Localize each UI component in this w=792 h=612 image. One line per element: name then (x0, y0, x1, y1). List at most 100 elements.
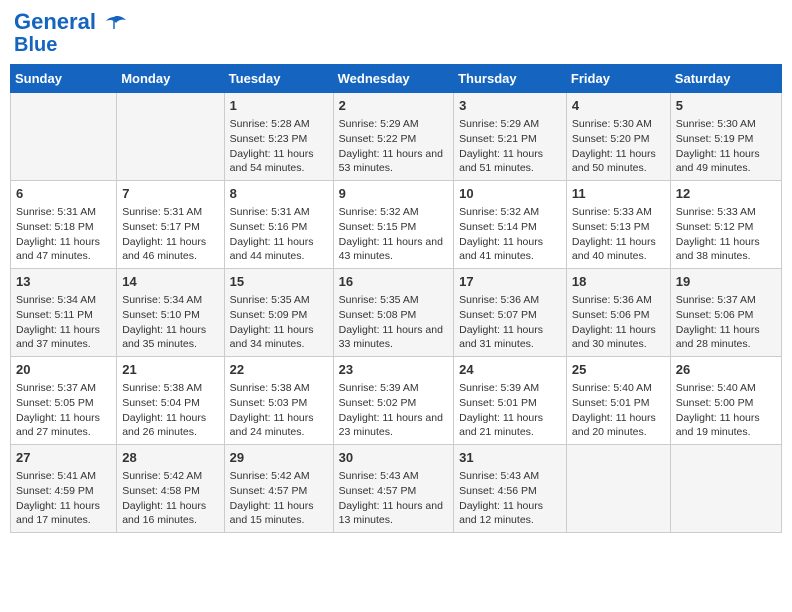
day-content: Sunrise: 5:37 AMSunset: 5:06 PMDaylight:… (676, 293, 776, 352)
calendar-cell: 11 Sunrise: 5:33 AMSunset: 5:13 PMDayligh… (566, 181, 670, 269)
logo-bird-icon (104, 15, 126, 31)
day-number: 14 (122, 273, 218, 291)
day-content: Sunrise: 5:41 AMSunset: 4:59 PMDaylight:… (16, 469, 111, 528)
calendar-cell: 20Sunrise: 5:37 AMSunset: 5:05 PMDayligh… (11, 357, 117, 445)
day-content: Sunrise: 5:31 AMSunset: 5:18 PMDaylight:… (16, 205, 111, 264)
day-number: 13 (16, 273, 111, 291)
day-content: Sunrise: 5:43 AMSunset: 4:56 PMDaylight:… (459, 469, 561, 528)
day-number: 1 (230, 97, 328, 115)
calendar-cell: 25Sunrise: 5:40 AMSunset: 5:01 PMDayligh… (566, 357, 670, 445)
day-content: Sunrise: 5:40 AMSunset: 5:00 PMDaylight:… (676, 381, 776, 440)
day-number: 9 (339, 185, 448, 203)
day-number: 31 (459, 449, 561, 467)
day-content: Sunrise: 5:31 AMSunset: 5:17 PMDaylight:… (122, 205, 218, 264)
day-number: 19 (676, 273, 776, 291)
day-content: Sunrise: 5:36 AMSunset: 5:06 PMDaylight:… (572, 293, 665, 352)
day-number: 23 (339, 361, 448, 379)
calendar-cell: 24 Sunrise: 5:39 AMSunset: 5:01 PMDayligh… (454, 357, 567, 445)
day-content: Sunrise: 5:42 AMSunset: 4:57 PMDaylight:… (230, 469, 328, 528)
calendar-cell: 9 Sunrise: 5:32 AMSunset: 5:15 PMDaylight… (333, 181, 453, 269)
day-content: Sunrise: 5:32 AMSunset: 5:15 PMDaylight:… (339, 205, 448, 264)
calendar-cell: 13 Sunrise: 5:34 AMSunset: 5:11 PMDayligh… (11, 269, 117, 357)
calendar-week-row: 13 Sunrise: 5:34 AMSunset: 5:11 PMDayligh… (11, 269, 782, 357)
header-tuesday: Tuesday (224, 65, 333, 93)
day-number: 30 (339, 449, 448, 467)
day-number: 18 (572, 273, 665, 291)
day-content: Sunrise: 5:31 AMSunset: 5:16 PMDaylight:… (230, 205, 328, 264)
header-wednesday: Wednesday (333, 65, 453, 93)
day-content: Sunrise: 5:42 AMSunset: 4:58 PMDaylight:… (122, 469, 218, 528)
calendar-cell: 12 Sunrise: 5:33 AMSunset: 5:12 PMDayligh… (670, 181, 781, 269)
calendar-cell: 1 Sunrise: 5:28 AMSunset: 5:23 PMDaylight… (224, 93, 333, 181)
logo: General Blue (14, 10, 126, 56)
day-number: 28 (122, 449, 218, 467)
day-content: Sunrise: 5:39 AMSunset: 5:02 PMDaylight:… (339, 381, 448, 440)
calendar-cell: 15 Sunrise: 5:35 AMSunset: 5:09 PMDayligh… (224, 269, 333, 357)
day-content: Sunrise: 5:35 AMSunset: 5:09 PMDaylight:… (230, 293, 328, 352)
calendar-cell: 4Sunrise: 5:30 AMSunset: 5:20 PMDaylight… (566, 93, 670, 181)
day-number: 6 (16, 185, 111, 203)
day-number: 24 (459, 361, 561, 379)
calendar-cell: 17Sunrise: 5:36 AMSunset: 5:07 PMDayligh… (454, 269, 567, 357)
calendar-week-row: 27 Sunrise: 5:41 AMSunset: 4:59 PMDayligh… (11, 444, 782, 532)
page-header: General Blue (10, 10, 782, 56)
calendar-cell (117, 93, 224, 181)
day-content: Sunrise: 5:33 AMSunset: 5:12 PMDaylight:… (676, 205, 776, 264)
day-content: Sunrise: 5:28 AMSunset: 5:23 PMDaylight:… (230, 117, 328, 176)
day-number: 11 (572, 185, 665, 203)
calendar-cell: 7 Sunrise: 5:31 AMSunset: 5:17 PMDaylight… (117, 181, 224, 269)
day-content: Sunrise: 5:33 AMSunset: 5:13 PMDaylight:… (572, 205, 665, 264)
calendar-cell (670, 444, 781, 532)
calendar-cell (566, 444, 670, 532)
calendar-cell: 27 Sunrise: 5:41 AMSunset: 4:59 PMDayligh… (11, 444, 117, 532)
day-content: Sunrise: 5:43 AMSunset: 4:57 PMDaylight:… (339, 469, 448, 528)
calendar-table: SundayMondayTuesdayWednesdayThursdayFrid… (10, 64, 782, 533)
calendar-cell: 3 Sunrise: 5:29 AMSunset: 5:21 PMDaylight… (454, 93, 567, 181)
day-content: Sunrise: 5:40 AMSunset: 5:01 PMDaylight:… (572, 381, 665, 440)
day-number: 21 (122, 361, 218, 379)
calendar-cell: 26 Sunrise: 5:40 AMSunset: 5:00 PMDayligh… (670, 357, 781, 445)
header-thursday: Thursday (454, 65, 567, 93)
day-number: 27 (16, 449, 111, 467)
day-content: Sunrise: 5:38 AMSunset: 5:04 PMDaylight:… (122, 381, 218, 440)
calendar-week-row: 6 Sunrise: 5:31 AMSunset: 5:18 PMDaylight… (11, 181, 782, 269)
day-number: 5 (676, 97, 776, 115)
header-sunday: Sunday (11, 65, 117, 93)
calendar-cell: 8 Sunrise: 5:31 AMSunset: 5:16 PMDaylight… (224, 181, 333, 269)
calendar-cell: 21 Sunrise: 5:38 AMSunset: 5:04 PMDayligh… (117, 357, 224, 445)
day-content: Sunrise: 5:34 AMSunset: 5:11 PMDaylight:… (16, 293, 111, 352)
header-monday: Monday (117, 65, 224, 93)
day-content: Sunrise: 5:30 AMSunset: 5:19 PMDaylight:… (676, 117, 776, 176)
day-content: Sunrise: 5:29 AMSunset: 5:21 PMDaylight:… (459, 117, 561, 176)
day-number: 22 (230, 361, 328, 379)
calendar-cell: 29 Sunrise: 5:42 AMSunset: 4:57 PMDayligh… (224, 444, 333, 532)
calendar-cell: 30 Sunrise: 5:43 AMSunset: 4:57 PMDayligh… (333, 444, 453, 532)
day-number: 26 (676, 361, 776, 379)
calendar-cell: 10Sunrise: 5:32 AMSunset: 5:14 PMDayligh… (454, 181, 567, 269)
logo-blue: Blue (14, 34, 57, 56)
day-number: 4 (572, 97, 665, 115)
calendar-cell: 19 Sunrise: 5:37 AMSunset: 5:06 PMDayligh… (670, 269, 781, 357)
day-number: 12 (676, 185, 776, 203)
day-number: 2 (339, 97, 448, 115)
day-number: 15 (230, 273, 328, 291)
day-content: Sunrise: 5:38 AMSunset: 5:03 PMDaylight:… (230, 381, 328, 440)
day-number: 7 (122, 185, 218, 203)
calendar-cell (11, 93, 117, 181)
calendar-cell: 6 Sunrise: 5:31 AMSunset: 5:18 PMDaylight… (11, 181, 117, 269)
calendar-cell: 2 Sunrise: 5:29 AMSunset: 5:22 PMDaylight… (333, 93, 453, 181)
day-content: Sunrise: 5:39 AMSunset: 5:01 PMDaylight:… (459, 381, 561, 440)
calendar-cell: 5 Sunrise: 5:30 AMSunset: 5:19 PMDaylight… (670, 93, 781, 181)
day-number: 29 (230, 449, 328, 467)
calendar-cell: 18 Sunrise: 5:36 AMSunset: 5:06 PMDayligh… (566, 269, 670, 357)
calendar-cell: 16Sunrise: 5:35 AMSunset: 5:08 PMDayligh… (333, 269, 453, 357)
day-content: Sunrise: 5:34 AMSunset: 5:10 PMDaylight:… (122, 293, 218, 352)
day-number: 8 (230, 185, 328, 203)
logo-general: General (14, 9, 96, 34)
calendar-cell: 23 Sunrise: 5:39 AMSunset: 5:02 PMDayligh… (333, 357, 453, 445)
day-number: 16 (339, 273, 448, 291)
calendar-week-row: 1 Sunrise: 5:28 AMSunset: 5:23 PMDaylight… (11, 93, 782, 181)
day-number: 20 (16, 361, 111, 379)
day-content: Sunrise: 5:29 AMSunset: 5:22 PMDaylight:… (339, 117, 448, 176)
day-number: 3 (459, 97, 561, 115)
